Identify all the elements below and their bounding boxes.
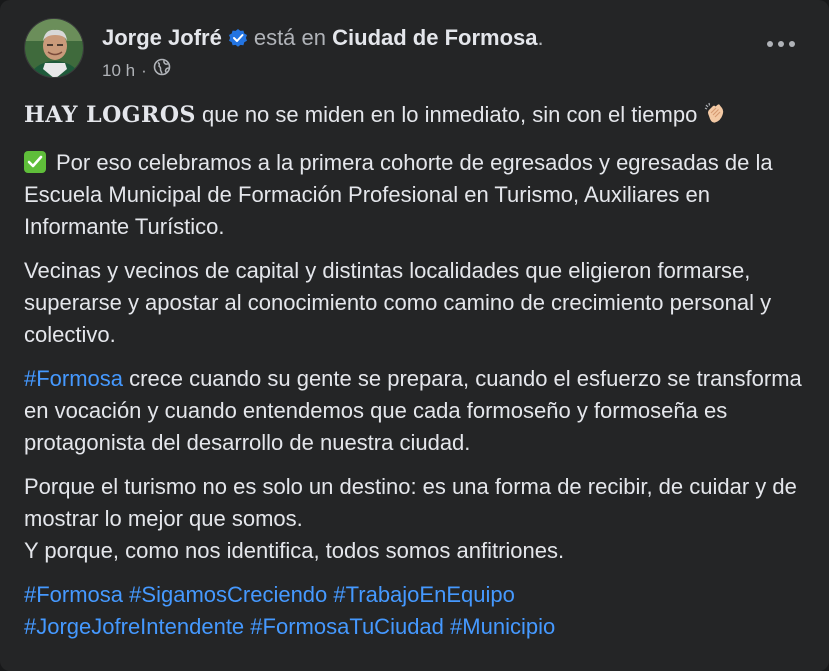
post-body: HAY LOGROS que no se miden en lo inmedia… — [24, 99, 809, 655]
avatar-photo — [25, 19, 83, 77]
post-card: Jorge Jofré está en Ciudad de Formosa. 10… — [0, 0, 829, 671]
post-header: Jorge Jofré está en Ciudad de Formosa. 10… — [24, 18, 544, 88]
paragraph-4-text: crece cuando su gente se prepara, cuando… — [24, 366, 802, 455]
paragraph-5-line-2: Y porque, como nos identifica, todos som… — [24, 538, 565, 563]
post-meta: Jorge Jofré está en Ciudad de Formosa. 10… — [102, 18, 544, 83]
location-link[interactable]: Ciudad de Formosa — [332, 25, 537, 50]
heading-text: HAY LOGROS — [24, 102, 196, 128]
hashtag-link[interactable]: #Formosa — [24, 582, 123, 607]
post-title-line: Jorge Jofré está en Ciudad de Formosa. — [102, 23, 544, 56]
connector-text: está en — [253, 25, 326, 50]
hashtag-link[interactable]: #Municipio — [450, 614, 555, 639]
more-options-icon[interactable] — [763, 34, 799, 54]
paragraph-5: Porque el turismo no es solo un destino:… — [24, 471, 809, 567]
hashtag-link[interactable]: #SigamosCreciendo — [129, 582, 327, 607]
paragraph-3: Vecinas y vecinos de capital y distintas… — [24, 255, 809, 351]
hashtag-link[interactable]: #FormosaTuCiudad — [250, 614, 444, 639]
paragraph-5-line-1: Porque el turismo no es solo un destino:… — [24, 474, 797, 531]
author-name[interactable]: Jorge Jofré — [102, 25, 222, 50]
place-suffix: . — [537, 25, 544, 50]
verified-badge-icon — [228, 26, 248, 56]
separator-dot: · — [141, 60, 147, 80]
post-timestamp[interactable]: 10 h — [102, 59, 135, 83]
hashtag-list: #Formosa #SigamosCreciendo #TrabajoEnEqu… — [24, 579, 809, 643]
post-subline: 10 h · — [102, 58, 544, 83]
globe-icon[interactable] — [153, 58, 171, 83]
hashtag-link[interactable]: #JorgeJofreIntendente — [24, 614, 244, 639]
check-mark-emoji — [24, 151, 46, 173]
paragraph-1-text: que no se miden en lo inmediato, sin con… — [195, 102, 704, 127]
paragraph-1: HAY LOGROS que no se miden en lo inmedia… — [24, 99, 809, 135]
paragraph-2: Por eso celebramos a la primera cohorte … — [24, 147, 809, 243]
paragraph-2-text: Por eso celebramos a la primera cohorte … — [24, 150, 773, 239]
avatar[interactable] — [24, 18, 84, 78]
paragraph-4: #Formosa crece cuando su gente se prepar… — [24, 363, 809, 459]
paragraph-3-text: Vecinas y vecinos de capital y distintas… — [24, 258, 772, 347]
hashtag-link[interactable]: #TrabajoEnEquipo — [333, 582, 514, 607]
hashtag-link[interactable]: #Formosa — [24, 366, 123, 391]
clapping-hands-emoji — [703, 102, 727, 135]
